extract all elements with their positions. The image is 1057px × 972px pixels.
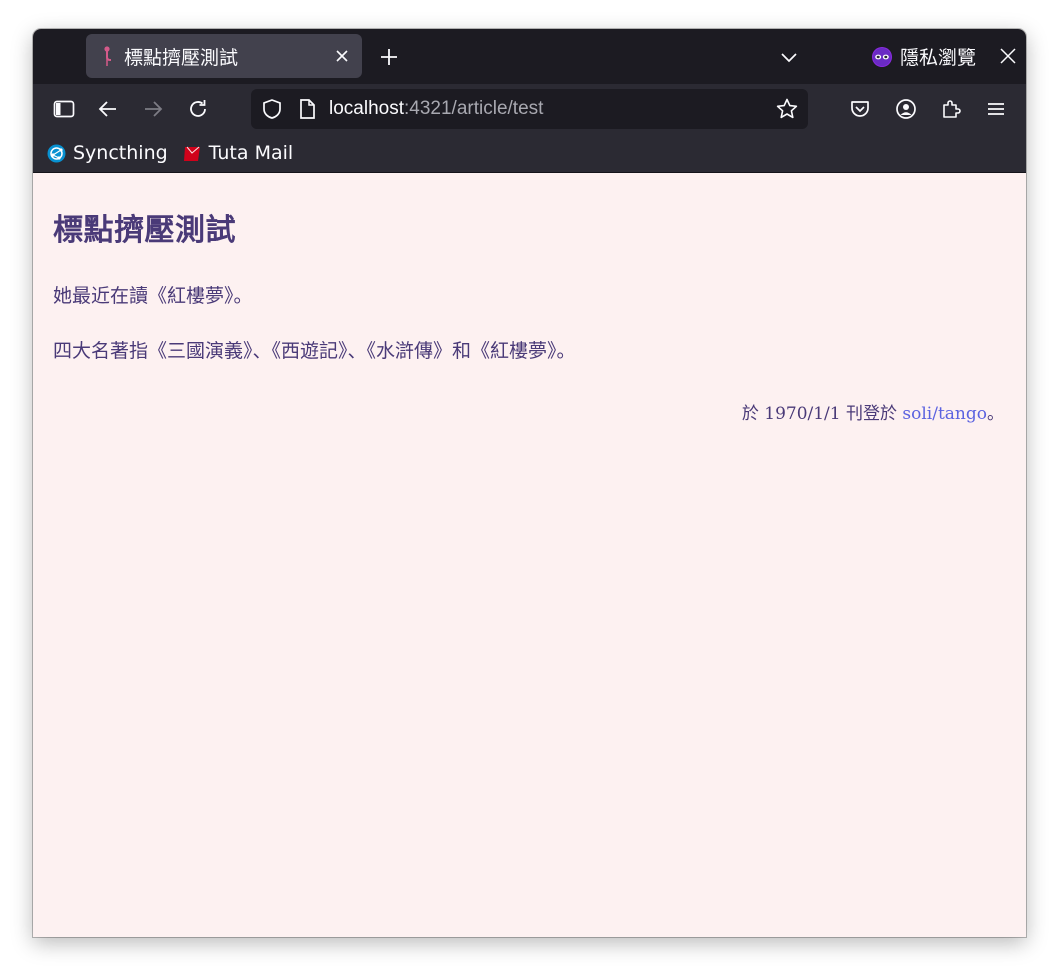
reload-button[interactable] bbox=[186, 97, 210, 121]
syncthing-icon bbox=[47, 144, 66, 162]
window-close-button[interactable] bbox=[997, 45, 1019, 67]
back-button[interactable] bbox=[96, 97, 120, 121]
shield-icon[interactable] bbox=[261, 98, 283, 120]
private-browsing-indicator: 隱私瀏覽 bbox=[871, 43, 976, 70]
bookmark-label: Tuta Mail bbox=[208, 142, 294, 164]
bookmark-syncthing[interactable]: Syncthing bbox=[47, 142, 168, 164]
flamingo-icon bbox=[104, 46, 111, 66]
pocket-icon[interactable] bbox=[848, 97, 872, 121]
bookmark-label: Syncthing bbox=[73, 142, 168, 164]
byline-prefix: 於 1970/1/1 刊登於 bbox=[741, 404, 903, 424]
sidebar-toggle-icon[interactable] bbox=[52, 97, 76, 121]
article-paragraph: 四大名著指《三國演義》、《西遊記》、《水滸傳》和《紅樓夢》。 bbox=[53, 340, 576, 362]
browser-window: 標點擠壓測試 隱私瀏覽 localhost:4321/article/test … bbox=[33, 29, 1026, 937]
url-bar[interactable]: localhost:4321/article/test bbox=[251, 89, 808, 129]
browser-chrome: 標點擠壓測試 隱私瀏覽 localhost:4321/article/test … bbox=[33, 29, 1026, 172]
tab-title: 標點擠壓測試 bbox=[124, 46, 239, 69]
forward-button[interactable] bbox=[141, 97, 165, 121]
menu-icon[interactable] bbox=[984, 97, 1008, 121]
chevron-down-icon[interactable] bbox=[778, 46, 800, 68]
author-link[interactable]: soli/tango bbox=[902, 404, 987, 424]
tuta-mail-icon bbox=[183, 146, 200, 161]
tab-bar: 標點擠壓測試 隱私瀏覽 bbox=[33, 29, 1026, 84]
url-host: localhost bbox=[329, 98, 404, 119]
extensions-icon[interactable] bbox=[939, 97, 963, 121]
article-title: 標點擠壓測試 bbox=[53, 213, 236, 248]
page-icon[interactable] bbox=[297, 98, 317, 120]
byline-suffix: 。 bbox=[987, 404, 1004, 424]
bookmark-tuta-mail[interactable]: Tuta Mail bbox=[183, 142, 294, 164]
url-path: :4321/article/test bbox=[404, 98, 544, 119]
url-text[interactable]: localhost:4321/article/test bbox=[329, 98, 775, 120]
private-mask-icon bbox=[872, 46, 892, 67]
article-byline: 於 1970/1/1 刊登於 soli/tango。 bbox=[742, 399, 1004, 424]
close-icon bbox=[336, 50, 348, 62]
navigation-toolbar: localhost:4321/article/test bbox=[33, 84, 1026, 134]
private-browsing-label: 隱私瀏覽 bbox=[900, 47, 977, 69]
account-icon[interactable] bbox=[894, 97, 918, 121]
new-tab-button[interactable] bbox=[377, 45, 401, 69]
bookmarks-toolbar: Syncthing Tuta Mail bbox=[33, 134, 1026, 172]
tab-close-button[interactable] bbox=[328, 42, 356, 70]
article-paragraph: 她最近在讀《紅樓夢》。 bbox=[53, 285, 253, 307]
page-content: 標點擠壓測試 她最近在讀《紅樓夢》。 四大名著指《三國演義》、《西遊記》、《水滸… bbox=[33, 172, 1026, 937]
star-icon[interactable] bbox=[775, 97, 799, 121]
tab-active[interactable]: 標點擠壓測試 bbox=[86, 34, 362, 78]
